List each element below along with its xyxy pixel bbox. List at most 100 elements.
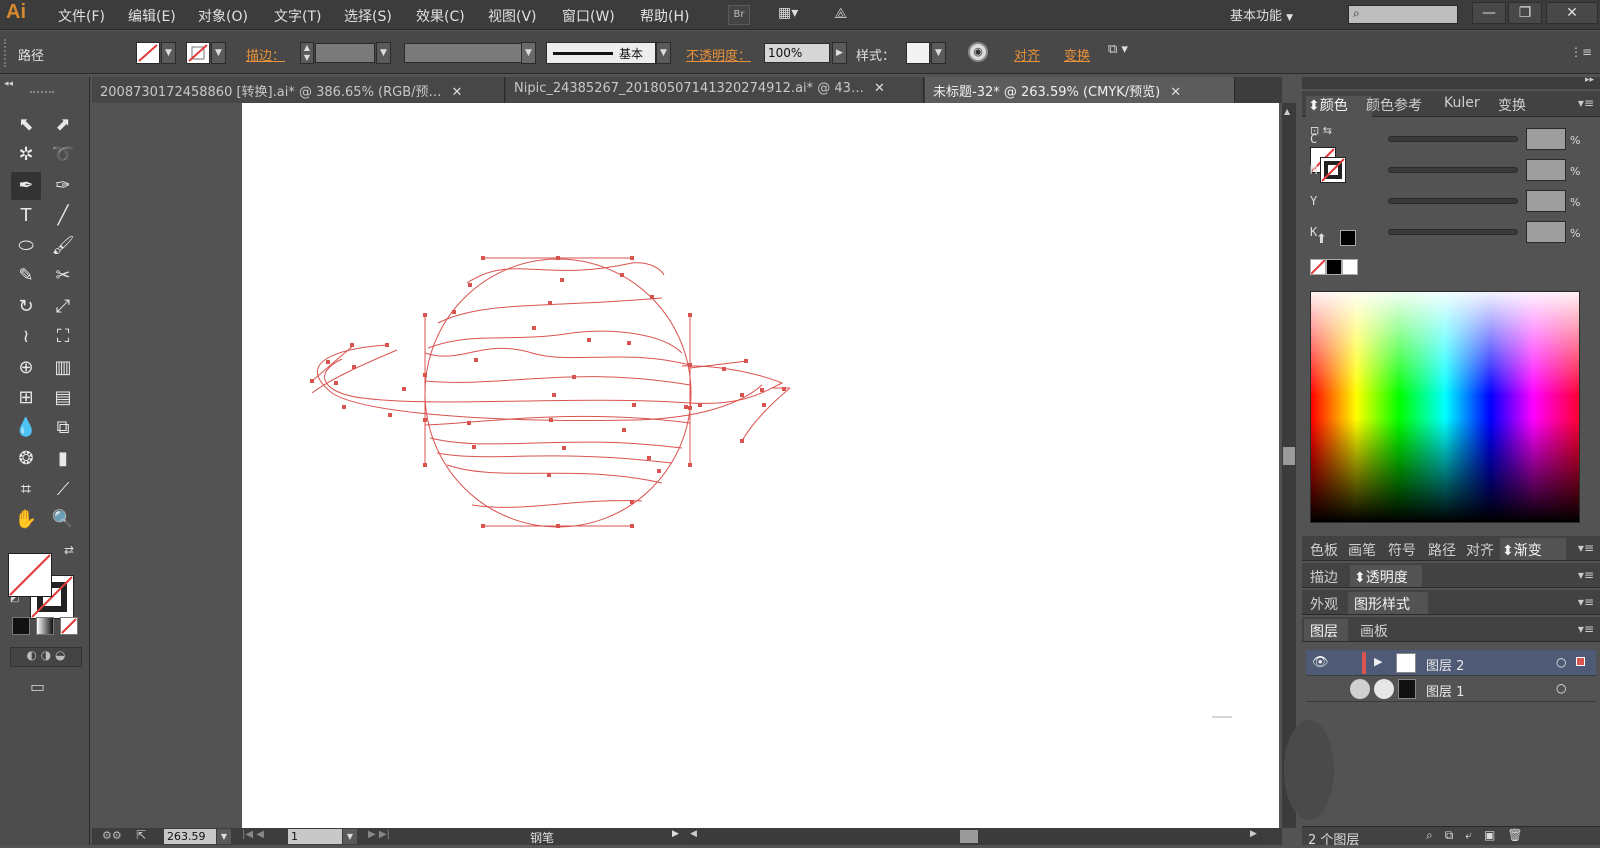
free-transform-tool-icon[interactable]: ⛶ [48,323,78,351]
profile-dropdown[interactable]: ▼ [521,42,536,64]
panel-menu-icon[interactable]: ▾≡ [1578,541,1594,555]
selection-indicator-icon[interactable] [1576,657,1585,666]
opacity-field[interactable]: 100% [764,43,830,63]
stroke-weight-stepper[interactable]: ▲ ▼ [300,42,314,64]
pencil-tool-icon[interactable]: ✎ [11,262,41,290]
scroll-left-icon[interactable]: ◀ [690,829,697,839]
ellipse-tool-icon[interactable]: ⬭ [11,232,41,260]
scroll-right-icon[interactable]: ▶ [1250,829,1257,839]
shape-builder-tool-icon[interactable]: ⊕ [11,354,41,382]
opacity-label[interactable]: 不透明度： [686,45,751,64]
tab-kuler[interactable]: Kuler [1444,95,1480,111]
curvature-tool-icon[interactable]: ✑ [48,172,78,200]
panel-stroke-box[interactable] [1320,157,1346,183]
share-icon[interactable]: ⇱ [136,828,146,842]
grip-handle[interactable] [4,39,8,67]
eyedropper-tool-icon[interactable]: 💧 [11,414,41,442]
menu-select[interactable]: 选择(S) [344,6,392,26]
panel-menu-icon[interactable]: ▾≡ [1578,595,1594,609]
stroke-swatch[interactable] [186,42,210,64]
tab-transparency[interactable]: ⬍透明度 [1354,567,1408,587]
tab-appearance[interactable]: 外观 [1310,594,1338,614]
minimize-button[interactable]: — [1472,2,1506,24]
channel-m-slider[interactable] [1388,167,1518,173]
close-tab-icon[interactable]: ✕ [452,85,463,100]
slice-tool-icon[interactable]: ⟋ [48,476,78,504]
layer-actions-icons[interactable]: ⌕⧉⤶▣🗑 [1426,828,1535,843]
direct-selection-tool-icon[interactable]: ⬈ [48,111,78,139]
artboard-tool-icon[interactable]: ⌗ [11,476,41,504]
screen-mode-icon[interactable]: ▭ [30,677,45,696]
tab-color-guide[interactable]: 颜色参考 [1366,95,1422,115]
expand-layer-icon[interactable] [1374,679,1394,699]
line-tool-icon[interactable]: ╱ [48,202,78,230]
black-swatch[interactable] [1326,259,1342,275]
tab-document-2[interactable]: Nipic_24385267_20180507141320274912.ai* … [506,77,924,103]
variable-width-profile[interactable] [404,43,522,63]
target-circle-icon[interactable]: ○ [1556,681,1566,695]
tab-transform[interactable]: 变换 [1498,95,1526,115]
channel-k-field[interactable] [1526,221,1566,243]
align-label[interactable]: 对齐 [1014,45,1040,64]
zoom-dropdown[interactable]: ▼ [217,829,231,844]
tab-graphic-styles[interactable]: 图形样式 [1354,594,1410,614]
panel-menu-icon[interactable]: ▾≡ [1578,568,1594,582]
menu-help[interactable]: 帮助(H) [640,6,689,26]
expand-layer-icon[interactable]: ▶ [1374,655,1382,668]
lock-icon[interactable] [1350,679,1370,699]
opacity-dropdown[interactable]: ▶ [832,42,847,64]
none-mode-icon[interactable] [60,617,78,635]
mesh-tool-icon[interactable]: ⊞ [11,384,41,412]
control-panel-menu-icon[interactable]: ⋮≡ [1570,45,1592,59]
arrange-documents-icon[interactable]: ▦▾ [778,5,814,25]
color-mode-icon[interactable] [12,617,30,635]
channel-k-slider[interactable] [1388,229,1518,235]
menu-file[interactable]: 文件(F) [58,6,105,26]
channel-c-slider[interactable] [1388,136,1518,142]
out-of-gamut-icon[interactable]: ⬆ [1316,232,1327,247]
tab-symbols[interactable]: 符号 [1388,540,1416,560]
first-artboard-icon[interactable]: |◀ ◀ [242,829,264,840]
menu-effect[interactable]: 效果(C) [416,6,465,26]
vertical-scroll-thumb[interactable] [1283,447,1295,465]
close-window-button[interactable]: ✕ [1546,2,1598,24]
tab-document-active[interactable]: 未标题-32* @ 263.59% (CMYK/预览) ✕ [925,77,1235,103]
panel-menu-icon[interactable]: ▾≡ [1578,96,1594,110]
close-tab-icon[interactable]: ✕ [1170,85,1181,100]
panel-menu-icon[interactable]: ▾≡ [1578,622,1594,636]
status-menu-icon[interactable]: ▶ [672,829,679,839]
selection-tool-icon[interactable]: ⬉ [11,111,41,139]
channel-y-field[interactable] [1526,190,1566,212]
magic-wand-tool-icon[interactable]: ✲ [11,141,41,169]
fill-dropdown[interactable]: ▼ [161,42,176,64]
planet-artwork[interactable] [242,103,1279,828]
tab-pathfinder[interactable]: 路径 [1428,540,1456,560]
artboard[interactable] [242,103,1279,828]
graphic-style-swatch[interactable] [906,42,930,64]
tab-gradient[interactable]: ⬍渐变 [1502,540,1542,560]
paintbrush-tool-icon[interactable]: 🖌 [48,232,78,260]
rotate-tool-icon[interactable]: ↻ [11,293,41,321]
symbol-sprayer-tool-icon[interactable]: ❂ [11,445,41,473]
zoom-field[interactable]: 263.59 [164,829,216,844]
none-swatch[interactable] [1310,259,1326,275]
menu-view[interactable]: 视图(V) [488,6,537,26]
tab-brushes[interactable]: 画笔 [1348,540,1376,560]
blend-tool-icon[interactable]: ⧉ [48,414,78,442]
collapse-toolbox-icon[interactable]: ◂◂ [4,79,13,89]
last-artboard-icon[interactable]: ▶ ▶| [368,829,390,840]
tab-artboards[interactable]: 画板 [1360,621,1388,641]
tab-layers[interactable]: 图层 [1310,621,1338,641]
collapse-dock-icon[interactable]: ▸▸ [1585,75,1594,85]
white-swatch[interactable] [1342,259,1358,275]
brush-definition[interactable]: 基本 [546,42,656,64]
layer-row[interactable]: 图层 1 ○ [1306,676,1596,702]
draw-mode-icons[interactable]: ◐ ◑ ◒ [10,647,82,667]
close-tab-icon[interactable]: ✕ [874,81,885,96]
channel-c-field[interactable] [1526,128,1566,150]
stroke-weight-field[interactable] [315,43,375,63]
stroke-weight-dropdown[interactable]: ▼ [376,42,391,64]
menu-window[interactable]: 窗口(W) [562,6,615,26]
gpu-performance-icon[interactable]: ⟁ [834,4,862,26]
tab-document-1[interactable]: 2008730172458860 [转换].ai* @ 386.65% (RGB… [92,77,505,103]
